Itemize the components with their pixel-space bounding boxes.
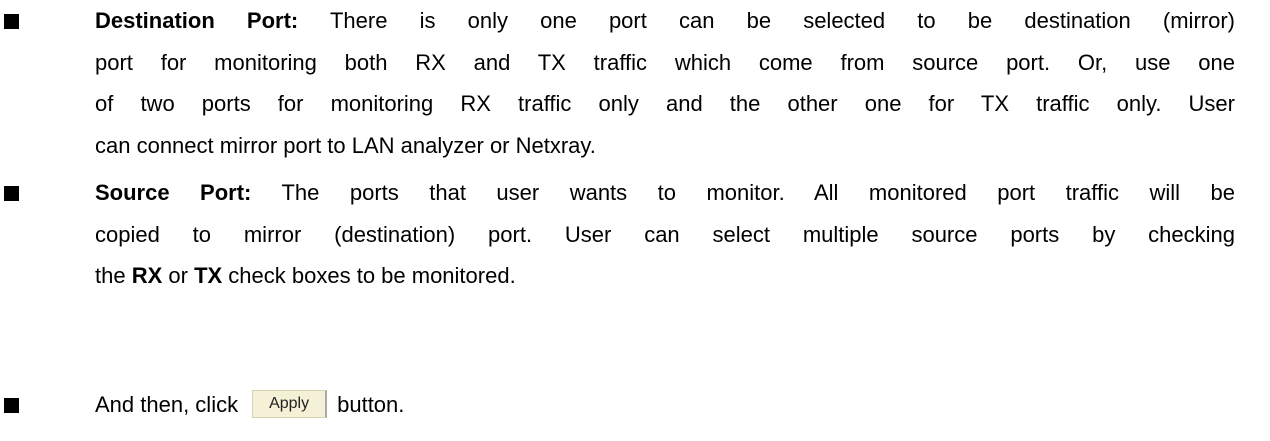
bullet-square-icon [4,14,19,29]
paragraph-line: The ports that user wants to monitor. Al… [251,180,1235,205]
destination-port-paragraph: Destination Port: There is only one port… [95,0,1235,166]
bullet-square-icon [4,398,19,413]
apply-button[interactable]: Apply [252,390,328,419]
apply-paragraph: And then, click Apply button. [95,384,1235,426]
paragraph-line: can connect mirror port to LAN analyzer … [95,132,596,158]
text-fragment: the [95,263,132,288]
apply-text-post: button. [337,392,405,417]
text-fragment: or [162,263,195,288]
apply-text-pre: And then, click [95,392,239,417]
paragraph-line: port for monitoring both RX and TX traff… [95,49,1235,75]
text-fragment: check boxes to be monitored. [222,263,516,288]
source-port-term: Source Port: [95,180,252,205]
bullet-square-icon [4,186,19,201]
paragraph-line: of two ports for monitoring RX traffic o… [95,91,1235,116]
destination-port-term: Destination Port: [95,8,299,33]
paragraph-line: There is only one port can be selected t… [298,8,1235,33]
rx-term: RX [131,263,163,288]
source-port-paragraph: Source Port: The ports that user wants t… [95,172,1235,297]
paragraph-line: copied to mirror (destination) port. Use… [95,221,1235,247]
paragraph-line-last: the RX or TX check boxes to be monitored… [95,255,1235,297]
tx-term: TX [194,263,223,288]
